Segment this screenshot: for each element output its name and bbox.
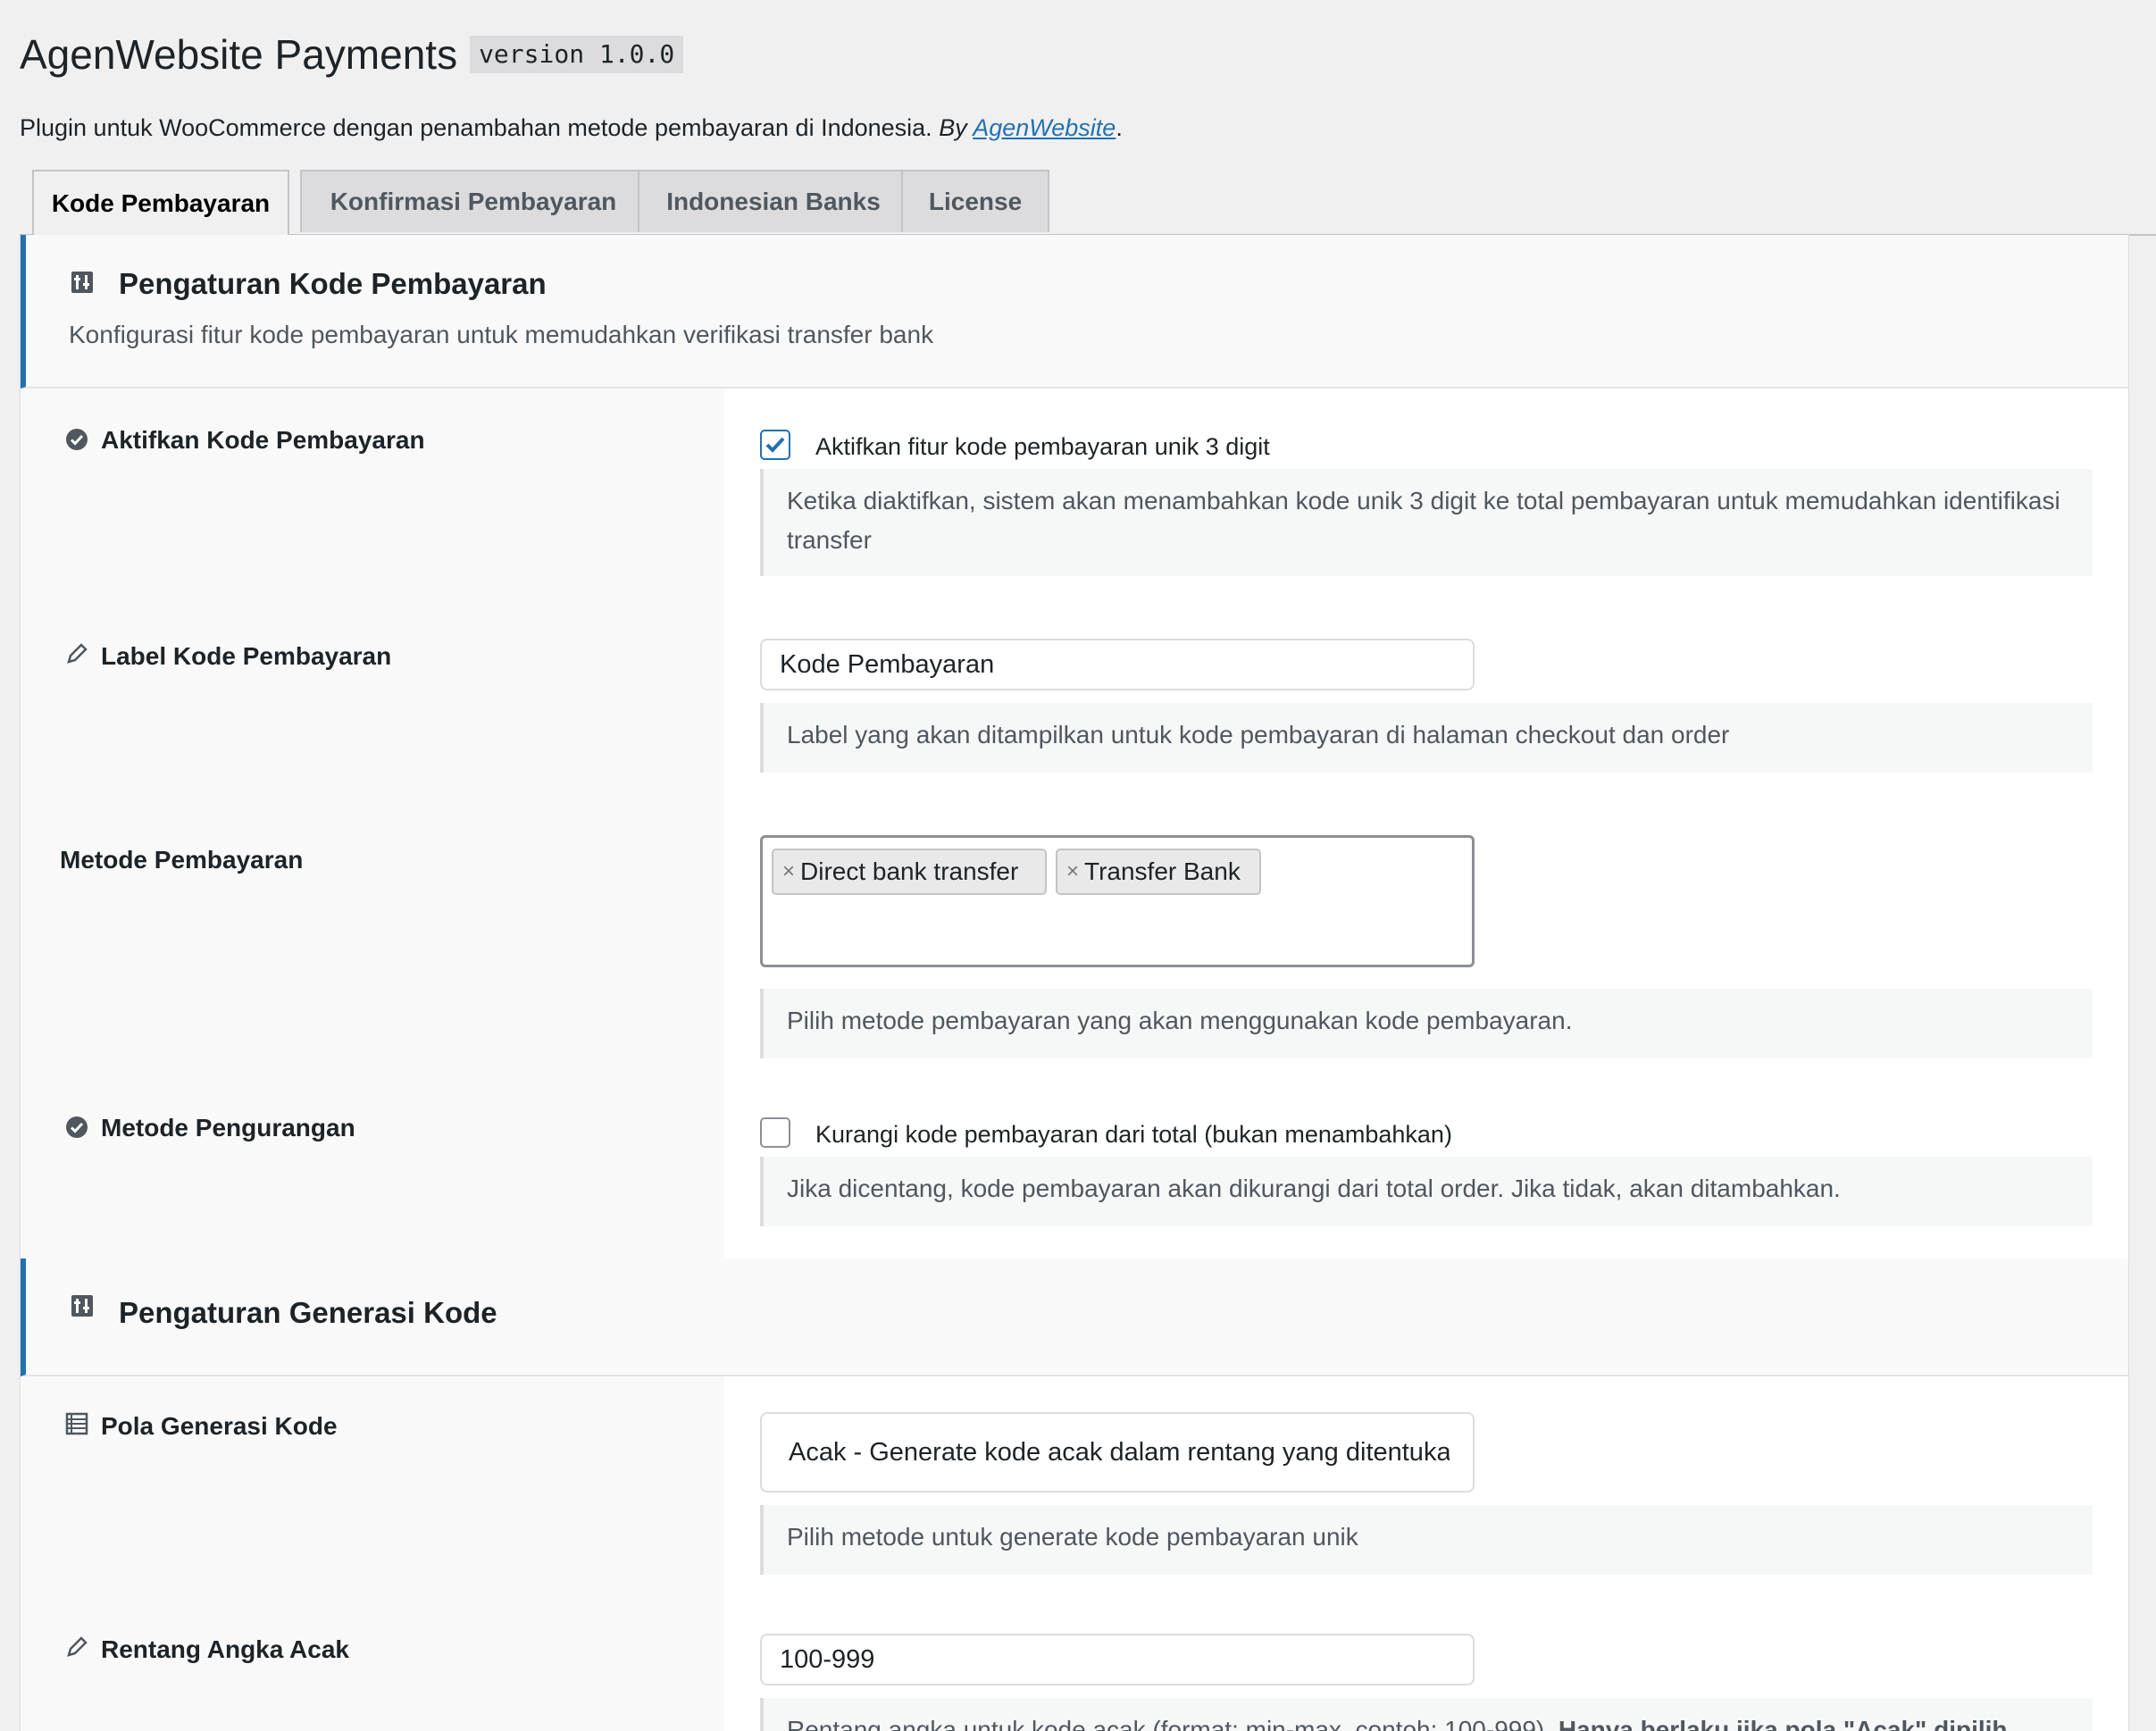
help-text: Pilih metode untuk generate kode pembaya… xyxy=(760,1505,2093,1575)
remove-chip-icon[interactable]: × xyxy=(1066,859,1079,884)
page-title: AgenWebsite Payments version 1.0.0 xyxy=(20,30,684,79)
help-text: Pilih metode pembayaran yang akan menggu… xyxy=(760,989,2093,1058)
row-rentang-angka: Rentang Angka Acak 100-999 Rentang angka… xyxy=(21,1600,2128,1731)
section-description: Konfigurasi fitur kode pembayaran untuk … xyxy=(69,321,934,348)
field-label: Pola Generasi Kode xyxy=(101,1412,338,1440)
settings-sliders-icon xyxy=(71,272,93,293)
pencil-icon xyxy=(67,643,88,664)
pengurangan-checkbox[interactable] xyxy=(760,1117,790,1148)
author-link[interactable]: AgenWebsite xyxy=(973,114,1116,141)
field-label: Metode Pengurangan xyxy=(101,1114,355,1141)
check-circle-icon xyxy=(66,1116,88,1138)
checkbox-label: Aktifkan fitur kode pembayaran unik 3 di… xyxy=(815,433,1270,460)
list-icon xyxy=(65,1412,88,1435)
field-label: Metode Pembayaran xyxy=(60,846,304,874)
section-title: Pengaturan Generasi Kode xyxy=(119,1296,497,1329)
pola-generasi-select[interactable]: Acak - Generate kode acak dalam rentang … xyxy=(760,1412,1475,1493)
tab-indonesian-banks[interactable]: Indonesian Banks xyxy=(638,170,909,232)
plugin-description: Plugin untuk WooCommerce dengan penambah… xyxy=(20,114,1123,142)
tab-kode-pembayaran[interactable]: Kode Pembayaran xyxy=(32,170,289,236)
period-text: . xyxy=(1116,114,1123,141)
row-metode-pengurangan: Metode Pengurangan Kurangi kode pembayar… xyxy=(21,1082,2128,1260)
version-badge: version 1.0.0 xyxy=(470,36,684,73)
by-text: By AgenWebsite xyxy=(939,114,1116,141)
row-pola-generasi: Pola Generasi Kode Acak - Generate kode … xyxy=(21,1376,2128,1601)
help-text: Jika dicentang, kode pembayaran akan dik… xyxy=(760,1157,2093,1226)
help-text: Ketika diaktifkan, sistem akan menambahk… xyxy=(760,469,2093,576)
section-header-kode-pembayaran: Pengaturan Kode Pembayaran Konfigurasi f… xyxy=(21,235,2128,389)
field-label: Aktifkan Kode Pembayaran xyxy=(101,426,425,454)
row-metode-pembayaran: Metode Pembayaran × Direct bank transfer… xyxy=(21,801,2128,1083)
help-text: Label yang akan ditampilkan untuk kode p… xyxy=(760,703,2093,773)
field-label: Rentang Angka Acak xyxy=(101,1635,349,1663)
tab-license[interactable]: License xyxy=(901,170,1049,232)
chip-direct-bank-transfer: × Direct bank transfer xyxy=(772,849,1047,895)
plugin-title: AgenWebsite Payments xyxy=(20,31,458,78)
settings-sliders-icon xyxy=(71,1295,93,1317)
section-title: Pengaturan Kode Pembayaran xyxy=(119,267,547,300)
row-aktifkan-kode: Aktifkan Kode Pembayaran Aktifkan fitur … xyxy=(21,389,2128,606)
tab-bar: Kode Pembayaran Konfirmasi Pembayaran In… xyxy=(20,170,2156,236)
remove-chip-icon[interactable]: × xyxy=(782,859,795,884)
check-circle-icon xyxy=(66,429,88,450)
aktifkan-checkbox[interactable] xyxy=(760,430,790,460)
checkbox-label: Kurangi kode pembayaran dari total (buka… xyxy=(815,1121,1452,1148)
chip-transfer-bank: × Transfer Bank xyxy=(1056,849,1261,895)
settings-panel: Pengaturan Kode Pembayaran Konfigurasi f… xyxy=(20,235,2129,1731)
section-header-generasi-kode: Pengaturan Generasi Kode xyxy=(21,1259,2128,1376)
rentang-input[interactable]: 100-999 xyxy=(760,1634,1475,1685)
row-label-kode: Label Kode Pembayaran Kode Pembayaran La… xyxy=(21,605,2128,803)
help-text: Rentang angka untuk kode acak (format: m… xyxy=(760,1698,2093,1731)
payment-method-multiselect[interactable]: × Direct bank transfer × Transfer Bank xyxy=(760,835,1475,967)
field-label: Label Kode Pembayaran xyxy=(101,642,392,670)
tab-konfirmasi-pembayaran[interactable]: Konfirmasi Pembayaran xyxy=(300,170,647,232)
help-bold-text: Hanya berlaku jika pola "Acak" dipilih. xyxy=(1558,1716,2015,1731)
description-text: Plugin untuk WooCommerce dengan penambah… xyxy=(20,114,932,141)
checkmark-icon xyxy=(765,437,785,453)
label-kode-input[interactable]: Kode Pembayaran xyxy=(760,639,1475,690)
pencil-icon xyxy=(67,1636,88,1657)
